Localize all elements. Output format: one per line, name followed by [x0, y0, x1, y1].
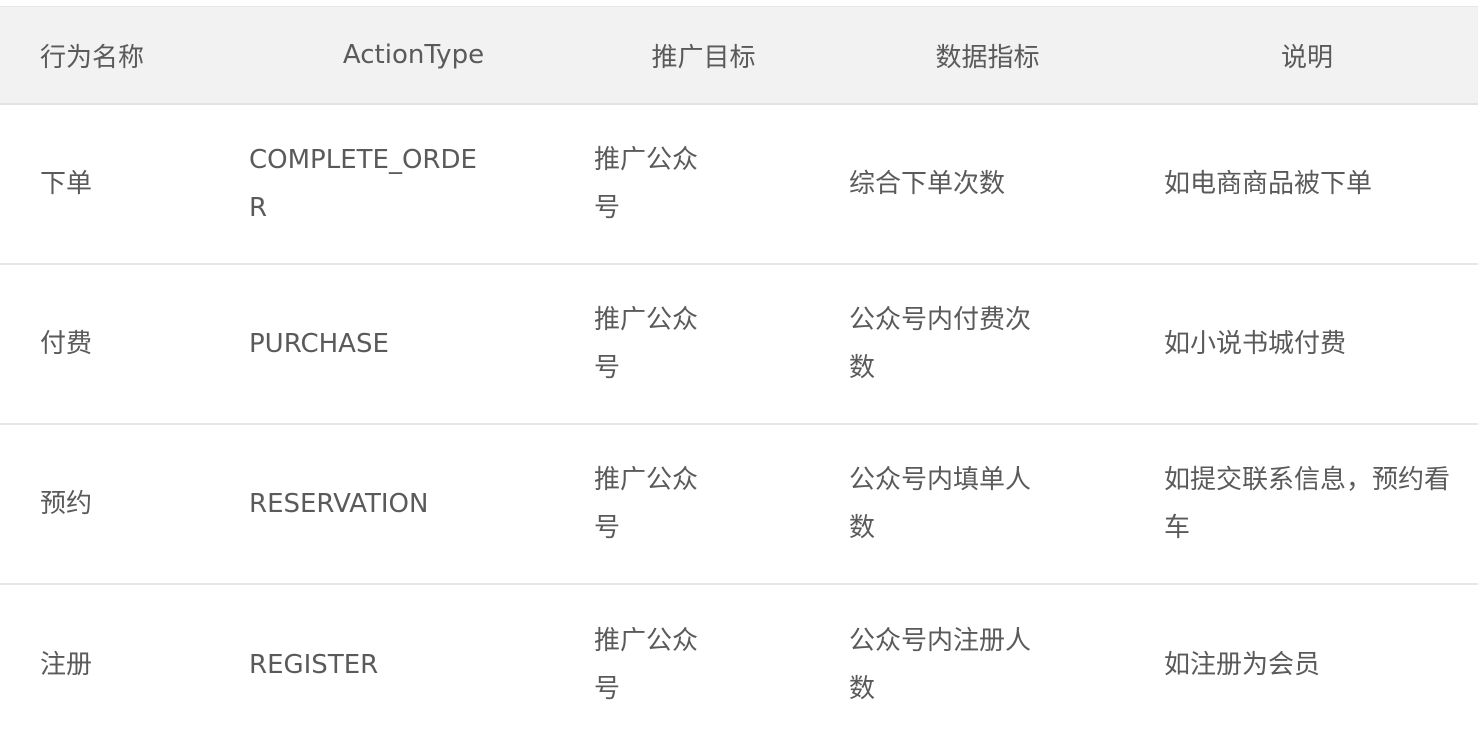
table-row: 下单 COMPLETE_ORDER 推广公众号 综合下单次数 如电商商品被下单 — [0, 104, 1478, 265]
cell-promotion-goal: 推广公众号 — [586, 264, 821, 425]
description-text: 如电商商品被下单 — [1164, 169, 1373, 199]
cell-action-type: RESERVATION — [241, 424, 586, 585]
action-type-table: 行为名称 ActionType 推广目标 数据指标 说明 下单 COMPLETE… — [0, 7, 1478, 744]
promotion-goal-text: 推广公众号 — [594, 305, 699, 383]
table-row: 注册 REGISTER 推广公众号 公众号内注册人数 如注册为会员 — [0, 584, 1478, 744]
cell-data-metric: 公众号内注册人数 — [821, 584, 1136, 744]
header-data-metric: 数据指标 — [821, 7, 1136, 105]
behavior-name-text: 付费 — [40, 329, 93, 359]
header-row: 行为名称 ActionType 推广目标 数据指标 说明 — [0, 7, 1478, 105]
cell-description: 如小说书城付费 — [1136, 264, 1478, 425]
cell-action-type: COMPLETE_ORDER — [241, 104, 586, 265]
data-metric-text: 公众号内注册人数 — [849, 625, 1032, 704]
cell-description: 如提交联系信息，预约看车 — [1136, 424, 1478, 585]
description-text: 如小说书城付费 — [1164, 329, 1347, 359]
header-behavior-name: 行为名称 — [0, 7, 241, 105]
cell-description: 如电商商品被下单 — [1136, 104, 1478, 265]
data-metric-text: 综合下单次数 — [849, 169, 1006, 199]
cell-behavior-name: 付费 — [0, 264, 241, 425]
action-type-text: PURCHASE — [249, 329, 389, 359]
behavior-name-text: 下单 — [40, 169, 93, 199]
action-type-text: REGISTER — [249, 649, 379, 680]
promotion-goal-text: 推广公众号 — [594, 625, 699, 704]
description-text: 如提交联系信息，预约看车 — [1164, 465, 1451, 543]
cell-action-type: PURCHASE — [241, 264, 586, 425]
action-type-text: RESERVATION — [249, 489, 429, 519]
header-action-type: ActionType — [241, 7, 586, 105]
cell-promotion-goal: 推广公众号 — [586, 584, 821, 744]
cell-promotion-goal: 推广公众号 — [586, 104, 821, 265]
cell-description: 如注册为会员 — [1136, 584, 1478, 744]
cell-data-metric: 公众号内付费次数 — [821, 264, 1136, 425]
cell-behavior-name: 注册 — [0, 584, 241, 744]
cell-action-type: REGISTER — [241, 584, 586, 744]
table-row: 付费 PURCHASE 推广公众号 公众号内付费次数 如小说书城付费 — [0, 264, 1478, 425]
header-promotion-goal: 推广目标 — [586, 7, 821, 105]
behavior-name-text: 预约 — [40, 489, 93, 519]
description-text: 如注册为会员 — [1164, 649, 1321, 680]
cell-data-metric: 公众号内填单人数 — [821, 424, 1136, 585]
behavior-name-text: 注册 — [40, 649, 93, 680]
data-metric-text: 公众号内填单人数 — [849, 465, 1032, 543]
promotion-goal-text: 推广公众号 — [594, 465, 699, 543]
cell-behavior-name: 预约 — [0, 424, 241, 585]
table-header: 行为名称 ActionType 推广目标 数据指标 说明 — [0, 7, 1478, 105]
cell-data-metric: 综合下单次数 — [821, 104, 1136, 265]
action-type-text: COMPLETE_ORDER — [249, 145, 477, 223]
header-description: 说明 — [1136, 7, 1478, 105]
promotion-goal-text: 推广公众号 — [594, 145, 699, 223]
cell-promotion-goal: 推广公众号 — [586, 424, 821, 585]
table-row: 预约 RESERVATION 推广公众号 公众号内填单人数 如提交联系信息，预约… — [0, 424, 1478, 585]
table-body: 下单 COMPLETE_ORDER 推广公众号 综合下单次数 如电商商品被下单 … — [0, 104, 1478, 744]
data-metric-text: 公众号内付费次数 — [849, 305, 1032, 383]
cell-behavior-name: 下单 — [0, 104, 241, 265]
